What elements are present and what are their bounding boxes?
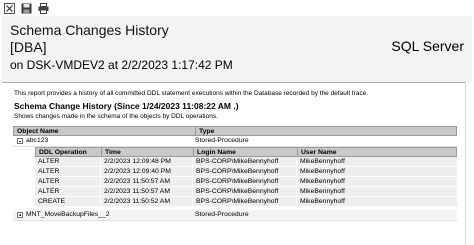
expand-collapse-icon[interactable] <box>4 2 15 14</box>
table-row: CREATE 2/2/2023 11:50:52 AM BPS-CORP\Mik… <box>35 197 457 207</box>
ddl-operation-cell: ALTER <box>35 187 101 196</box>
report-header: Schema Changes History [DBA] on DSK-VMDE… <box>2 16 472 83</box>
object-type: Stored-Procedure <box>195 211 249 218</box>
time-cell: 2/2/2023 12:09:48 PM <box>101 157 193 166</box>
object-name: MNT_MoveBackupFiles__2 <box>26 211 110 218</box>
time-cell: 2/2/2023 11:50:57 AM <box>101 187 193 196</box>
table-row: ALTER 2/2/2023 12:09:40 PM BPS-CORP\Mike… <box>35 167 457 177</box>
ddl-operation-cell: ALTER <box>35 177 101 186</box>
time-cell: 2/2/2023 11:50:52 AM <box>101 197 193 206</box>
user-name-cell: MikeBennyhoff <box>300 188 345 195</box>
column-header-object-name[interactable]: Object Name <box>14 127 196 135</box>
user-name-cell: MikeBennyhoff <box>300 168 345 175</box>
user-name-cell: MikeBennyhoff <box>300 198 345 205</box>
schema-change-grid: Object Name Type abc123 Stored-Procedure… <box>13 126 457 221</box>
expand-toggle-icon[interactable] <box>17 212 23 218</box>
ddl-operation-cell: ALTER <box>35 167 101 176</box>
column-header-type[interactable]: Type <box>196 127 456 135</box>
save-icon[interactable] <box>21 3 32 14</box>
collapse-toggle-icon[interactable] <box>17 138 23 144</box>
inner-grid-header: DDL Operation Time Login Name User Name <box>35 147 457 157</box>
column-header-login-name[interactable]: Login Name <box>194 148 298 156</box>
login-name-cell: BPS-CORP\MikeBennyhoff <box>193 157 297 166</box>
login-name-cell: BPS-CORP\MikeBennyhoff <box>193 197 297 206</box>
object-row[interactable]: abc123 Stored-Procedure <box>13 136 457 147</box>
ddl-operations-table: DDL Operation Time Login Name User Name … <box>35 147 457 207</box>
table-row: ALTER 2/2/2023 11:50:57 AM BPS-CORP\Mike… <box>35 177 457 187</box>
report-toolbar <box>0 0 474 16</box>
ddl-operation-cell: CREATE <box>35 197 101 206</box>
time-cell: 2/2/2023 11:50:57 AM <box>101 177 193 186</box>
user-name-cell: MikeBennyhoff <box>300 178 345 185</box>
column-header-user-name[interactable]: User Name <box>298 148 456 156</box>
object-type: Stored-Procedure <box>195 137 249 144</box>
report-title: Schema Changes History <box>10 22 169 38</box>
column-header-time[interactable]: Time <box>102 148 194 156</box>
section-subtitle: Shows changes made in the schema of the … <box>14 113 218 120</box>
print-icon[interactable] <box>38 2 49 14</box>
time-cell: 2/2/2023 12:09:40 PM <box>101 167 193 176</box>
login-name-cell: BPS-CORP\MikeBennyhoff <box>193 167 297 176</box>
login-name-cell: BPS-CORP\MikeBennyhoff <box>193 177 297 186</box>
section-title: Schema Change History (Since 1/24/2023 1… <box>14 101 239 111</box>
object-row[interactable]: MNT_MoveBackupFiles__2 Stored-Procedure <box>13 210 457 221</box>
object-name: abc123 <box>26 137 49 144</box>
database-name: [DBA] <box>10 39 47 55</box>
login-name-cell: BPS-CORP\MikeBennyhoff <box>193 187 297 196</box>
table-row: ALTER 2/2/2023 12:09:48 PM BPS-CORP\Mike… <box>35 157 457 167</box>
grid-header: Object Name Type <box>13 126 457 136</box>
server-label: SQL Server <box>391 38 464 54</box>
report-description: This report provides a history of all co… <box>14 90 369 97</box>
report-subtitle: on DSK-VMDEV2 at 2/2/2023 1:17:42 PM <box>10 58 233 72</box>
user-name-cell: MikeBennyhoff <box>300 158 345 165</box>
table-row: ALTER 2/2/2023 11:50:57 AM BPS-CORP\Mike… <box>35 187 457 197</box>
ddl-operation-cell: ALTER <box>35 157 101 166</box>
vertical-scrollbar[interactable] <box>465 82 474 245</box>
column-header-ddl-operation[interactable]: DDL Operation <box>36 148 102 156</box>
